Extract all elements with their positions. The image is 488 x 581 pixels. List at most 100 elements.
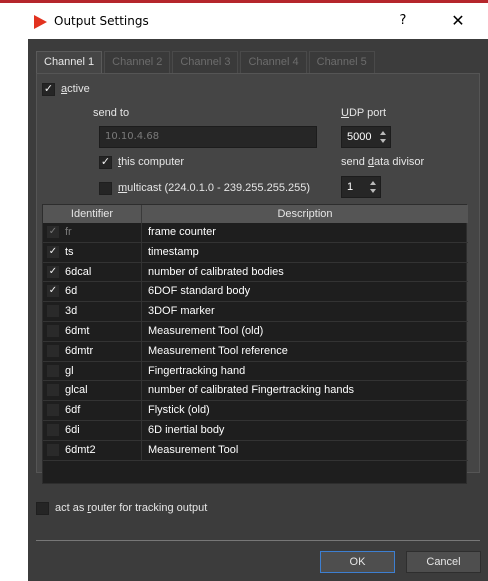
- active-label: active: [61, 83, 90, 95]
- window-title: Output Settings: [54, 14, 149, 28]
- table-row[interactable]: 6df Flystick (old): [43, 401, 468, 421]
- this-computer-label: this computer: [118, 156, 185, 168]
- udp-port-value: 5000: [347, 131, 372, 143]
- identifier-text: 3d: [65, 305, 78, 318]
- multicast-label: multicast (224.0.1.0 - 239.255.255.255): [118, 182, 311, 194]
- row-checkbox[interactable]: [47, 404, 59, 417]
- row-checkbox[interactable]: [47, 443, 59, 456]
- description-cell: Measurement Tool (old): [148, 324, 264, 337]
- row-checkbox[interactable]: [47, 384, 59, 397]
- identifier-text: ts: [65, 245, 74, 258]
- spin-up-icon[interactable]: [380, 131, 386, 135]
- description-cell: Fingertracking hand: [148, 364, 246, 377]
- identifier-text: 6dmt: [65, 324, 90, 337]
- output-settings-dialog: Channel 1 Channel 2 Channel 3 Channel 4 …: [28, 39, 488, 581]
- identifier-cell: ✓ ts: [43, 242, 142, 262]
- identifier-cell: 6dmtr: [43, 341, 142, 361]
- table-row[interactable]: 6dmt Measurement Tool (old): [43, 321, 468, 342]
- row-checkbox[interactable]: ✓: [47, 245, 59, 258]
- tab-channel-3[interactable]: Channel 3: [172, 51, 239, 73]
- identifier-cell: ✓ 6d: [43, 282, 142, 302]
- identifier-text: 6df: [65, 404, 81, 417]
- udp-port-label: UDP port: [341, 107, 387, 119]
- table-row[interactable]: ✓ 6dcal number of calibrated bodies: [43, 262, 468, 283]
- identifier-text: 6d: [65, 285, 78, 298]
- row-checkbox[interactable]: [47, 305, 59, 318]
- column-header-identifier[interactable]: Identifier: [43, 205, 142, 223]
- description-cell: Flystick (old): [148, 404, 210, 417]
- identifier-cell: 6df: [43, 401, 142, 421]
- active-checkbox[interactable]: ✓: [42, 83, 55, 96]
- description-cell: Measurement Tool: [148, 443, 239, 456]
- close-icon[interactable]: ✕: [438, 9, 478, 33]
- row-checkbox[interactable]: [47, 344, 59, 357]
- table-header: Identifier Description: [43, 205, 468, 223]
- identifier-cell: 3d: [43, 302, 142, 322]
- identifier-text: 6dmtr: [65, 344, 94, 357]
- table-row[interactable]: 6di 6D inertial body: [43, 420, 468, 441]
- identifier-cell: 6dmt2: [43, 440, 142, 460]
- identifier-cell: ✓ fr: [43, 223, 142, 242]
- table-row[interactable]: gl Fingertracking hand: [43, 361, 468, 382]
- udp-port-stepper[interactable]: [378, 129, 388, 145]
- identifier-text: 6dcal: [65, 265, 92, 278]
- send-data-divisor-label: send data divisor: [341, 156, 425, 168]
- identifier-cell: 6di: [43, 420, 142, 440]
- table-row[interactable]: 6dmtr Measurement Tool reference: [43, 341, 468, 362]
- description-cell: 6DOF standard body: [148, 285, 251, 298]
- send-to-input[interactable]: 10.10.4.68: [99, 126, 317, 148]
- table-row[interactable]: 6dmt2 Measurement Tool: [43, 440, 468, 461]
- identifier-cell: ✓ 6dcal: [43, 262, 142, 282]
- table-row[interactable]: ✓ ts timestamp: [43, 242, 468, 263]
- description-cell: 3DOF marker: [148, 305, 215, 318]
- description-cell: frame counter: [148, 226, 216, 238]
- help-button[interactable]: ?: [388, 9, 418, 33]
- identifier-cell: glcal: [43, 381, 142, 401]
- router-checkbox[interactable]: [36, 502, 49, 515]
- tab-channel-1[interactable]: Channel 1: [36, 51, 103, 74]
- description-cell: Measurement Tool reference: [148, 344, 288, 357]
- identifier-text: gl: [65, 364, 74, 377]
- table-row[interactable]: 3d 3DOF marker: [43, 302, 468, 322]
- send-data-divisor-stepper[interactable]: [368, 179, 378, 195]
- description-cell: number of calibrated Fingertracking hand…: [148, 384, 355, 397]
- identifier-cell: 6dmt: [43, 321, 142, 341]
- description-cell: 6D inertial body: [148, 423, 225, 436]
- cancel-button[interactable]: Cancel: [406, 551, 481, 573]
- identifier-text: 6dmt2: [65, 443, 96, 456]
- row-checkbox[interactable]: ✓: [47, 265, 59, 278]
- udp-port-spinbox[interactable]: 5000: [341, 126, 391, 148]
- tab-channel-4[interactable]: Channel 4: [240, 51, 307, 73]
- ok-button[interactable]: OK: [320, 551, 395, 573]
- send-data-divisor-spinbox[interactable]: 1: [341, 176, 381, 198]
- send-data-divisor-value: 1: [347, 181, 354, 193]
- column-header-description[interactable]: Description: [142, 205, 468, 223]
- table-row[interactable]: ✓ 6d 6DOF standard body: [43, 282, 468, 303]
- identifier-text: fr: [65, 226, 72, 238]
- description-cell: number of calibrated bodies: [148, 265, 284, 278]
- background-left-strip: [0, 3, 28, 581]
- table-row[interactable]: glcal number of calibrated Fingertracking…: [43, 381, 468, 402]
- row-checkbox[interactable]: [47, 423, 59, 436]
- channel-tabs: Channel 1 Channel 2 Channel 3 Channel 4 …: [36, 51, 377, 74]
- table-row[interactable]: ✓ fr frame counter: [43, 223, 468, 243]
- title-bar[interactable]: Output Settings ? ✕: [28, 3, 488, 39]
- output-data-table: Identifier Description ✓ fr frame counter ✓…: [42, 204, 468, 484]
- send-to-label: send to: [93, 107, 130, 119]
- spin-down-icon[interactable]: [380, 139, 386, 143]
- identifier-text: 6di: [65, 423, 80, 436]
- tab-channel-2[interactable]: Channel 2: [104, 51, 171, 73]
- row-checkbox[interactable]: [47, 364, 59, 377]
- spin-up-icon[interactable]: [370, 181, 376, 185]
- router-label: act as router for tracking output: [55, 502, 208, 514]
- this-computer-checkbox[interactable]: ✓: [99, 156, 112, 169]
- identifier-text: glcal: [65, 384, 88, 397]
- multicast-checkbox[interactable]: [99, 182, 112, 195]
- app-logo-icon: [34, 15, 47, 29]
- row-checkbox[interactable]: [47, 324, 59, 337]
- footer-separator: [36, 540, 480, 541]
- tab-channel-5[interactable]: Channel 5: [308, 51, 375, 73]
- row-checkbox[interactable]: ✓: [47, 285, 59, 298]
- table-body: ✓ fr frame counter ✓ ts timestamp ✓ 6dcal number…: [43, 223, 468, 461]
- spin-down-icon[interactable]: [370, 189, 376, 193]
